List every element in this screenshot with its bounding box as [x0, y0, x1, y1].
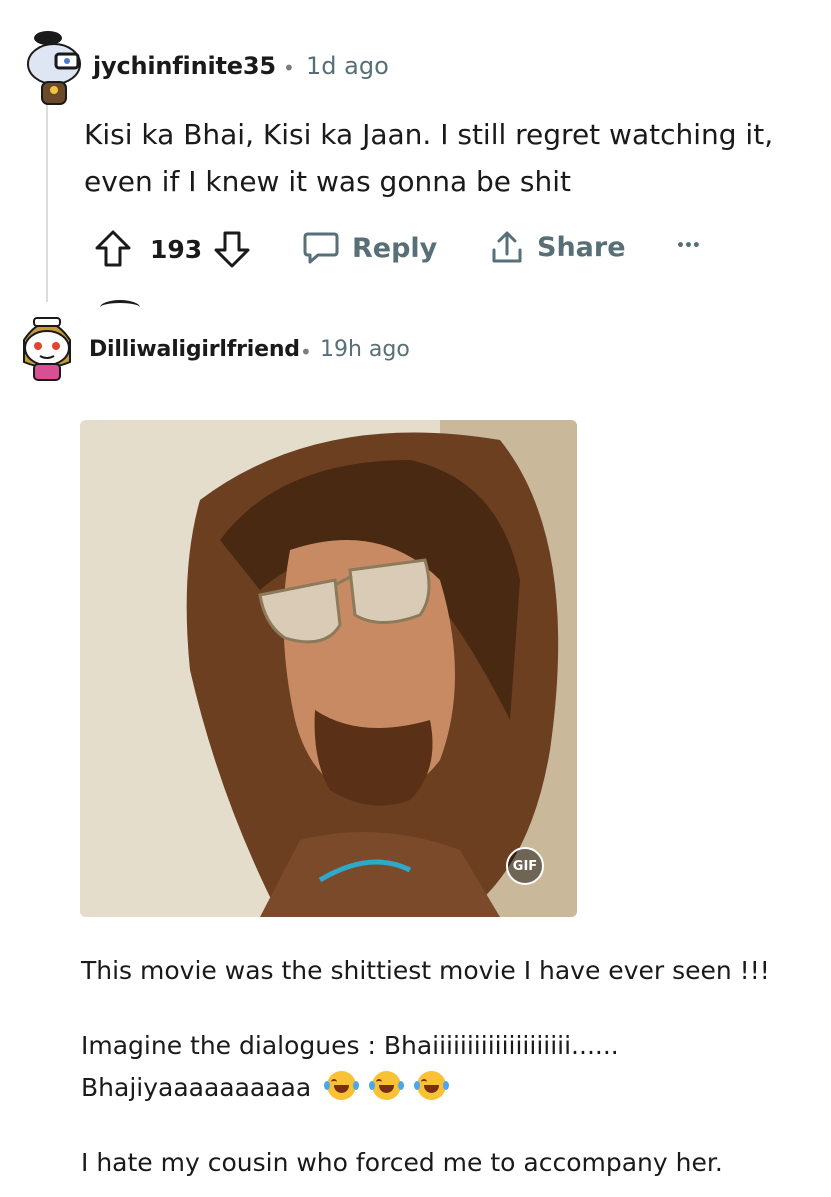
laughing-tears-emoji-icon [324, 1071, 360, 1100]
comment-text-line: Kisi ka Bhai, Kisi ka Jaan. I still regr… [84, 118, 774, 151]
comment-timestamp[interactable]: 1d ago [306, 52, 389, 80]
laughing-tears-emoji-icon [414, 1071, 450, 1100]
gif-badge: GIF [506, 847, 544, 885]
more-options-button[interactable]: ••• [676, 238, 701, 254]
comment-username[interactable]: Dilliwaligirlfriend [89, 337, 300, 362]
comment-username[interactable]: jychinfinite35 [93, 52, 276, 80]
meta-separator: • [283, 56, 295, 80]
thread-line[interactable] [46, 100, 48, 302]
vote-count: 193 [150, 235, 203, 264]
comment-text-line: even if I knew it was gonna be shit [84, 165, 572, 198]
reply-label: Reply [352, 232, 438, 264]
more-options-icon: ••• [676, 238, 701, 254]
avatar[interactable] [14, 312, 80, 382]
upvote-arrow-icon [95, 230, 131, 267]
laughing-tears-emoji-icon [369, 1071, 405, 1100]
speech-bubble-icon [303, 232, 339, 264]
downvote-button[interactable] [212, 228, 252, 274]
share-label: Share [537, 231, 626, 263]
downvote-arrow-icon [214, 231, 250, 268]
comment-paragraph: This movie was the shittiest movie I hav… [81, 956, 770, 985]
gif-image[interactable] [80, 420, 577, 917]
gif-image-illustration [80, 420, 577, 917]
upvote-button[interactable] [93, 228, 133, 274]
snoo-avatar-icon [27, 31, 81, 105]
meta-separator: • [300, 340, 312, 364]
comment-paragraph-text: Bhajiyaaaaaaaaaa [81, 1073, 312, 1102]
comment-paragraph: Imagine the dialogues : Bhaiiiiiiiiiiiii… [81, 1031, 619, 1060]
thread-connector [100, 300, 140, 315]
comment-timestamp[interactable]: 19h ago [320, 337, 410, 362]
comment-paragraph: I hate my cousin who forced me to accomp… [81, 1148, 723, 1177]
share-upload-icon [492, 231, 522, 263]
reply-button[interactable]: Reply [302, 230, 437, 266]
snoo-avatar-icon [23, 317, 71, 381]
comment-paragraph-with-emoji: Bhajiyaaaaaaaaaa [81, 1071, 450, 1102]
share-button[interactable]: Share [489, 228, 626, 266]
avatar[interactable] [18, 28, 84, 106]
